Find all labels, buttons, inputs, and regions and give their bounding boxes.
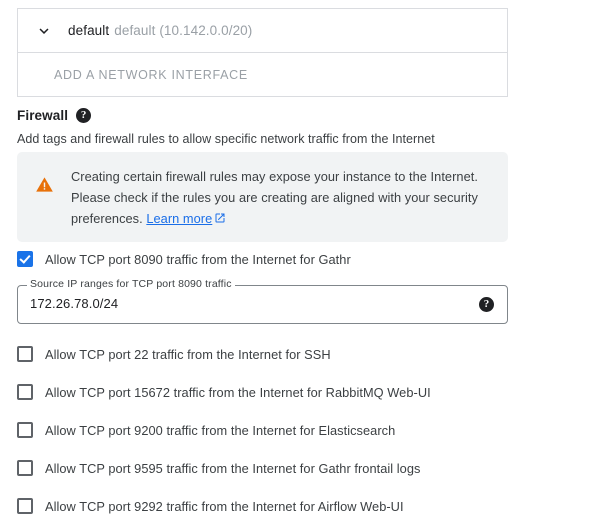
firewall-rule-label-0[interactable]: Allow TCP port 8090 traffic from the Int… xyxy=(45,252,351,267)
firewall-rule-row-4[interactable]: Allow TCP port 9595 traffic from the Int… xyxy=(17,458,420,478)
add-network-interface-button[interactable]: ADD A NETWORK INTERFACE xyxy=(32,68,248,82)
source-ip-field[interactable]: Source IP ranges for TCP port 8090 traff… xyxy=(17,278,508,324)
help-icon[interactable]: ? xyxy=(76,108,92,123)
firewall-rule-row-1[interactable]: Allow TCP port 22 traffic from the Inter… xyxy=(17,344,331,364)
warning-text-block: Creating certain firewall rules may expo… xyxy=(71,166,491,230)
warning-message: Creating certain firewall rules may expo… xyxy=(71,169,478,226)
network-interface-panel: default default (10.142.0.0/20) ADD A NE… xyxy=(17,8,508,97)
firewall-rule-checkbox-4[interactable] xyxy=(17,460,33,476)
warning-triangle-icon xyxy=(35,175,55,194)
firewall-rule-label-3[interactable]: Allow TCP port 9200 traffic from the Int… xyxy=(45,423,395,438)
chevron-down-icon[interactable] xyxy=(32,19,56,43)
firewall-title: Firewall xyxy=(17,108,69,123)
firewall-rule-row-3[interactable]: Allow TCP port 9200 traffic from the Int… xyxy=(17,420,395,440)
firewall-description: Add tags and firewall rules to allow spe… xyxy=(17,132,435,146)
firewall-rule-label-4[interactable]: Allow TCP port 9595 traffic from the Int… xyxy=(45,461,420,476)
network-interface-name: default xyxy=(68,23,110,38)
firewall-rule-label-5[interactable]: Allow TCP port 9292 traffic from the Int… xyxy=(45,499,404,514)
firewall-heading: Firewall ? xyxy=(17,108,92,123)
firewall-rule-label-2[interactable]: Allow TCP port 15672 traffic from the In… xyxy=(45,385,431,400)
firewall-rule-checkbox-3[interactable] xyxy=(17,422,33,438)
firewall-rule-row-5[interactable]: Allow TCP port 9292 traffic from the Int… xyxy=(17,496,404,516)
source-ip-field-label: Source IP ranges for TCP port 8090 traff… xyxy=(27,278,235,290)
firewall-rule-checkbox-2[interactable] xyxy=(17,384,33,400)
firewall-rule-label-1[interactable]: Allow TCP port 22 traffic from the Inter… xyxy=(45,347,331,362)
external-link-icon[interactable] xyxy=(214,209,226,230)
network-interface-row[interactable]: default default (10.142.0.0/20) xyxy=(18,9,507,52)
add-network-interface-row[interactable]: ADD A NETWORK INTERFACE xyxy=(18,53,507,96)
firewall-warning-banner: Creating certain firewall rules may expo… xyxy=(17,152,508,242)
firewall-rule-checkbox-0[interactable] xyxy=(17,251,33,267)
source-ip-help-icon[interactable]: ? xyxy=(479,297,494,312)
firewall-rule-row-0[interactable]: Allow TCP port 8090 traffic from the Int… xyxy=(17,249,351,269)
firewall-rule-row-2[interactable]: Allow TCP port 15672 traffic from the In… xyxy=(17,382,431,402)
network-interface-details: default (10.142.0.0/20) xyxy=(114,23,253,38)
learn-more-link[interactable]: Learn more xyxy=(146,211,212,226)
firewall-rule-checkbox-1[interactable] xyxy=(17,346,33,362)
firewall-rule-checkbox-5[interactable] xyxy=(17,498,33,514)
source-ip-input[interactable] xyxy=(30,296,450,311)
